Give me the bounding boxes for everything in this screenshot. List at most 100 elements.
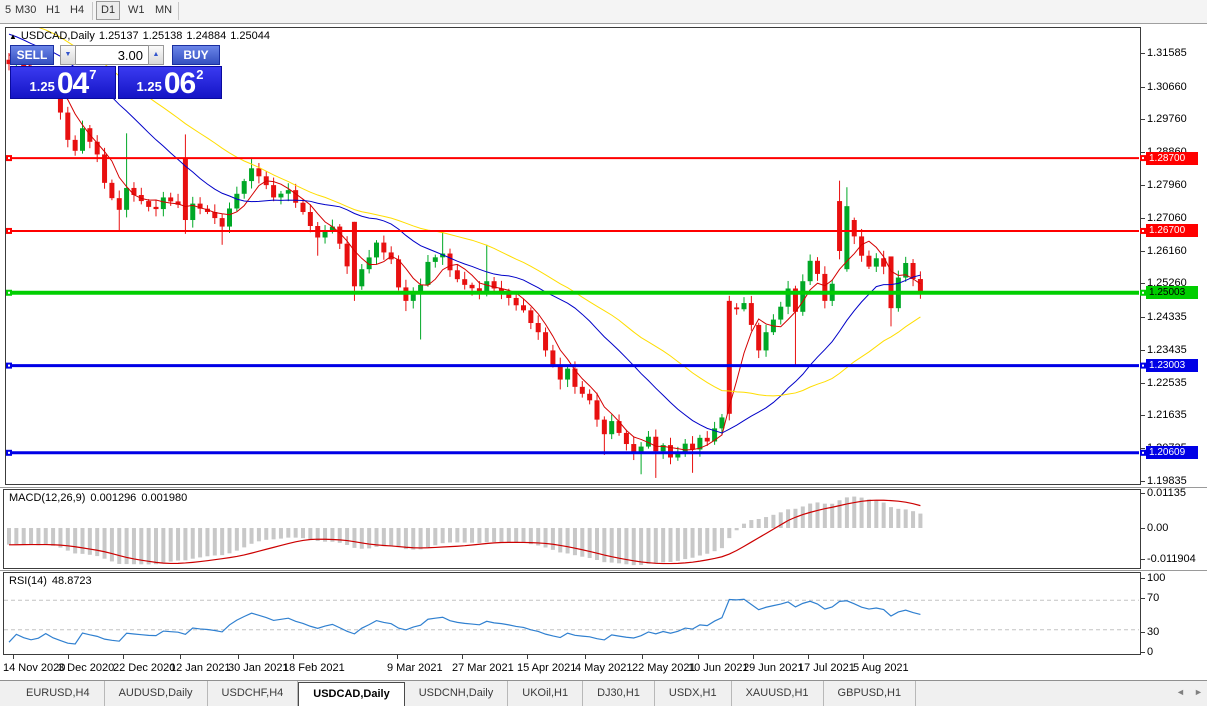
low-value: 1.24884 bbox=[186, 30, 227, 42]
scale-tick-label: 1.30660 bbox=[1147, 81, 1187, 93]
tab-scroll-left-icon[interactable]: ◄ bbox=[1176, 687, 1185, 697]
timeframe-button-h1[interactable]: H1 bbox=[42, 2, 64, 19]
chart-tab-usdx-h1[interactable]: USDX,H1 bbox=[655, 681, 732, 706]
scale-tick-label: 0.01135 bbox=[1147, 487, 1186, 499]
date-label: 9 Mar 2021 bbox=[387, 662, 443, 674]
open-value: 1.25137 bbox=[98, 30, 139, 42]
scale-tick-label: 1.27060 bbox=[1147, 212, 1187, 224]
date-label: 29 Jun 2021 bbox=[743, 662, 804, 674]
scale-tick bbox=[1141, 383, 1145, 384]
price-line-tag[interactable]: 1.23003 bbox=[1146, 359, 1198, 373]
panel-splitter[interactable] bbox=[0, 487, 1207, 488]
macd-label: MACD(12,26,9) 0.001296 0.001980 bbox=[9, 492, 192, 504]
chart-tab-ukoil-h1[interactable]: UKOil,H1 bbox=[508, 681, 584, 706]
timeframe-button-mn[interactable]: MN bbox=[151, 2, 176, 19]
price-line-tag[interactable]: 1.25003 bbox=[1146, 286, 1198, 300]
chart-tab-audusd-daily[interactable]: AUDUSD,Daily bbox=[105, 681, 208, 706]
date-tick bbox=[293, 655, 294, 659]
date-tick bbox=[808, 655, 809, 659]
scale-tick-label: -0.011904 bbox=[1147, 553, 1196, 565]
chart-tab-usdcad-daily[interactable]: USDCAD,Daily bbox=[298, 682, 405, 706]
scale-tick bbox=[1141, 218, 1145, 219]
scale-tick-label: 0.00 bbox=[1147, 522, 1169, 534]
scale-tick bbox=[1141, 317, 1145, 318]
scale-tick bbox=[1141, 415, 1145, 416]
scale-tick bbox=[1141, 652, 1145, 653]
mt4-window: 5 M30 H1 H4 D1 W1 MN ▲ USDCAD,Daily 1.25137 1.251… bbox=[0, 0, 1207, 706]
scale-tick bbox=[1141, 481, 1145, 482]
buy-button[interactable]: BUY bbox=[172, 45, 220, 65]
timeframe-button-m30[interactable]: M30 bbox=[11, 2, 40, 19]
sell-button[interactable]: SELL bbox=[10, 45, 54, 65]
scale-tick bbox=[1141, 119, 1145, 120]
date-tick bbox=[698, 655, 699, 659]
scale-tick bbox=[1141, 598, 1145, 599]
chart-tab-dj30-h1[interactable]: DJ30,H1 bbox=[583, 681, 655, 706]
date-label: 22 May 2021 bbox=[632, 662, 696, 674]
scale-tick-label: 1.19835 bbox=[1147, 475, 1187, 487]
rsi-label: RSI(14) 48.8723 bbox=[9, 575, 97, 587]
bid-big-digits: 04 bbox=[56, 67, 89, 100]
scale-tick-label: 1.22535 bbox=[1147, 377, 1187, 389]
scale-tick-label: 1.29760 bbox=[1147, 113, 1187, 125]
date-tick bbox=[180, 655, 181, 659]
rsi-name: RSI(14) bbox=[9, 575, 47, 587]
volume-decrease-button[interactable]: ▼ bbox=[60, 45, 76, 65]
scale-tick-label: 1.24335 bbox=[1147, 311, 1187, 323]
timeframe-button-d1[interactable]: D1 bbox=[96, 1, 121, 20]
scale-tick-label: 100 bbox=[1147, 572, 1166, 584]
date-tick bbox=[585, 655, 586, 659]
rsi-value: 48.8723 bbox=[51, 575, 92, 587]
rsi-panel-frame bbox=[3, 572, 1141, 655]
bid-prefix: 1.25 bbox=[29, 79, 55, 94]
one-click-trade-panel: SELL ▼ ▲ BUY 1.25 04 7 1.25 06 2 bbox=[10, 45, 222, 99]
volume-increase-button[interactable]: ▲ bbox=[148, 45, 164, 65]
scale-tick bbox=[1141, 53, 1145, 54]
price-line-tag[interactable]: 1.20609 bbox=[1146, 446, 1198, 460]
volume-input[interactable] bbox=[76, 45, 148, 65]
chart-tab-xauusd-h1[interactable]: XAUUSD,H1 bbox=[732, 681, 824, 706]
scale-tick bbox=[1141, 632, 1145, 633]
date-label: 5 Aug 2021 bbox=[853, 662, 909, 674]
macd-name: MACD(12,26,9) bbox=[9, 492, 86, 504]
scale-tick-label: 1.27960 bbox=[1147, 179, 1187, 191]
tab-scroll-right-icon[interactable]: ► bbox=[1194, 687, 1203, 697]
scale-tick bbox=[1141, 578, 1145, 579]
bid-pip-digit: 7 bbox=[89, 67, 97, 82]
date-label: 22 Dec 2020 bbox=[113, 662, 176, 674]
scale-tick bbox=[1141, 87, 1145, 88]
chart-header: ▲ USDCAD,Daily 1.25137 1.25138 1.24884 1.2504… bbox=[9, 30, 274, 42]
chart-tab-eurusd-h4[interactable]: EURUSD,H4 bbox=[12, 681, 105, 706]
price-line-tag[interactable]: 1.26700 bbox=[1146, 224, 1198, 238]
ask-price-button[interactable]: 1.25 06 2 bbox=[118, 66, 222, 99]
date-tick bbox=[863, 655, 864, 659]
scale-tick-label: 1.23435 bbox=[1147, 344, 1187, 356]
timeframe-button-h4[interactable]: H4 bbox=[66, 2, 88, 19]
ask-pip-digit: 2 bbox=[196, 67, 204, 82]
panel-splitter[interactable] bbox=[0, 570, 1207, 571]
scale-tick-label: 1.26160 bbox=[1147, 245, 1187, 257]
scale-tick bbox=[1141, 559, 1145, 560]
date-label: 30 Jan 2021 bbox=[228, 662, 289, 674]
chart-tab-usdcnh-daily[interactable]: USDCNH,Daily bbox=[405, 681, 509, 706]
date-tick bbox=[238, 655, 239, 659]
scale-tick bbox=[1141, 350, 1145, 351]
price-line-tag[interactable]: 1.28700 bbox=[1146, 151, 1198, 165]
date-tick bbox=[462, 655, 463, 659]
chart-tab-gbpusd-h1[interactable]: GBPUSD,H1 bbox=[824, 681, 917, 706]
scale-tick bbox=[1141, 185, 1145, 186]
date-tick bbox=[13, 655, 14, 659]
scale-tick-label: 0 bbox=[1147, 646, 1154, 658]
bid-price-button[interactable]: 1.25 04 7 bbox=[10, 66, 116, 99]
chart-tab-bar: EURUSD,H4 AUDUSD,Daily USDCHF,H4 USDCAD,Dai… bbox=[0, 680, 1207, 706]
date-tick bbox=[753, 655, 754, 659]
timeframe-button-w1[interactable]: W1 bbox=[124, 2, 149, 19]
date-tick bbox=[527, 655, 528, 659]
ask-prefix: 1.25 bbox=[136, 79, 162, 94]
high-value: 1.25138 bbox=[142, 30, 183, 42]
date-tick bbox=[68, 655, 69, 659]
collapse-arrow-icon[interactable]: ▲ bbox=[9, 32, 17, 41]
chart-tab-usdchf-h4[interactable]: USDCHF,H4 bbox=[208, 681, 299, 706]
date-label: 4 May 2021 bbox=[575, 662, 633, 674]
macd-main-value: 0.001296 bbox=[90, 492, 137, 504]
